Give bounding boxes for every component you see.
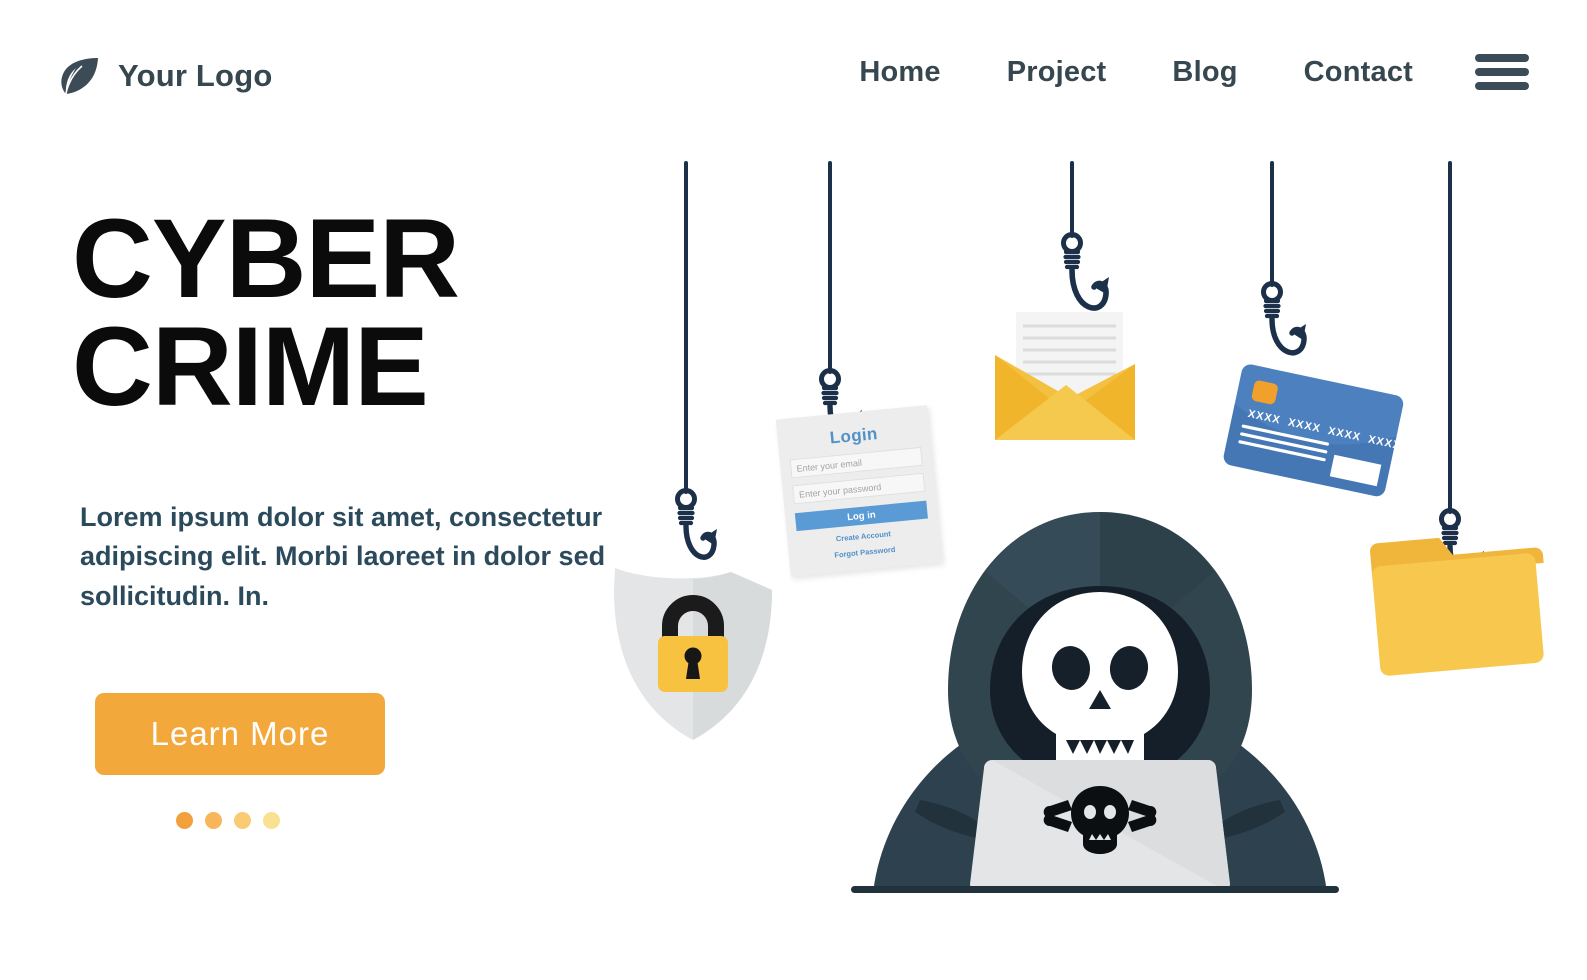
- svg-text:XXXX: XXXX: [1367, 434, 1402, 453]
- hood-inner: [990, 586, 1210, 770]
- hook-shield: [675, 488, 717, 560]
- carousel-dot-2[interactable]: [205, 812, 222, 829]
- hamburger-menu-icon[interactable]: [1475, 54, 1529, 90]
- svg-text:XXXX: XXXX: [1327, 425, 1362, 444]
- svg-text:XXXX: XXXX: [1247, 408, 1282, 427]
- nav-item-home[interactable]: Home: [859, 56, 940, 89]
- hamburger-bar: [1475, 68, 1529, 76]
- headline-line-1: CYBER: [72, 196, 460, 321]
- skull-and-crossbones-icon: [1043, 786, 1157, 854]
- learn-more-button[interactable]: Learn More: [95, 693, 385, 775]
- main-navigation: Home Project Blog Contact: [859, 54, 1529, 90]
- hamburger-bar: [1475, 82, 1529, 90]
- headline-line-2: CRIME: [72, 303, 429, 429]
- hood-outer: [948, 512, 1252, 782]
- hook-credit-card: [1261, 281, 1307, 356]
- leaf-icon: [61, 57, 98, 95]
- nav-item-contact[interactable]: Contact: [1304, 56, 1413, 89]
- password-field[interactable]: Enter your password: [792, 472, 926, 505]
- hook-envelope: [1061, 232, 1109, 311]
- site-header: Your Logo Home Project Blog Contact: [0, 0, 1587, 150]
- desk-line: [851, 886, 1339, 893]
- nav-item-project[interactable]: Project: [1007, 56, 1107, 89]
- carousel-dots[interactable]: [176, 812, 280, 829]
- nav-item-blog[interactable]: Blog: [1172, 56, 1237, 89]
- hacker-body: [873, 700, 1327, 893]
- page-title: CYBER CRIME: [72, 203, 672, 429]
- hero-text-block: CYBER CRIME Lorem ipsum dolor sit amet, …: [72, 203, 672, 616]
- login-form-bait[interactable]: Login Enter your email Enter your passwo…: [775, 405, 943, 577]
- hamburger-bar: [1475, 54, 1529, 62]
- laptop-lid: [970, 760, 1230, 890]
- carousel-dot-1[interactable]: [176, 812, 193, 829]
- hook-folder: [1439, 508, 1485, 584]
- skull-face: [1022, 592, 1178, 786]
- carousel-dot-3[interactable]: [234, 812, 251, 829]
- carousel-dot-4[interactable]: [263, 812, 280, 829]
- svg-text:XXXX: XXXX: [1287, 417, 1322, 436]
- brand-logo[interactable]: Your Logo: [56, 52, 272, 100]
- hero-paragraph: Lorem ipsum dolor sit amet, consectetur …: [80, 502, 606, 611]
- brand-name: Your Logo: [118, 58, 273, 93]
